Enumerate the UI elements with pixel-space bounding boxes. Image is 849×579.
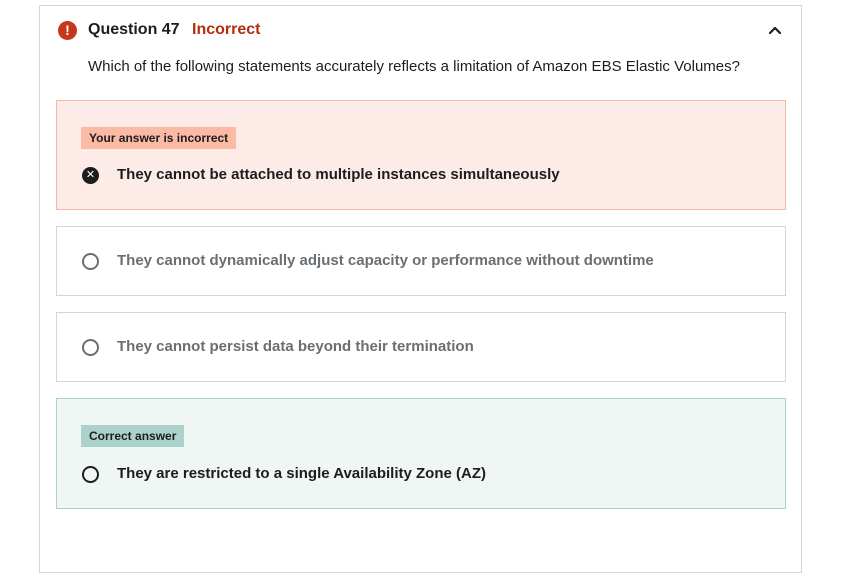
radio-icon	[82, 339, 99, 356]
answer-option-label: They are restricted to a single Availabi…	[117, 465, 486, 482]
answer-option-label: They cannot dynamically adjust capacity …	[117, 252, 654, 269]
chevron-up-icon[interactable]	[765, 20, 785, 40]
answer-option-incorrect[interactable]: Your answer is incorrect ✕ They cannot b…	[56, 100, 786, 210]
answer-option[interactable]: They cannot dynamically adjust capacity …	[56, 226, 786, 296]
question-header[interactable]: ! Question 47 Incorrect	[40, 6, 801, 56]
radio-icon	[82, 466, 99, 483]
x-circle-icon: ✕	[82, 167, 99, 184]
question-status: Incorrect	[192, 21, 261, 38]
question-number: Question 47	[88, 21, 180, 38]
answer-option-correct[interactable]: Correct answer They are restricted to a …	[56, 398, 786, 509]
answer-option-label: They cannot be attached to multiple inst…	[117, 166, 560, 183]
radio-icon	[82, 253, 99, 270]
your-answer-incorrect-badge: Your answer is incorrect	[81, 127, 237, 149]
answer-option[interactable]: They cannot persist data beyond their te…	[56, 312, 786, 382]
correct-answer-badge: Correct answer	[81, 425, 185, 447]
answer-option-label: They cannot persist data beyond their te…	[117, 338, 474, 355]
exclamation-icon: !	[58, 21, 77, 40]
question-prompt: Which of the following statements accura…	[88, 58, 740, 75]
question-card: ! Question 47 Incorrect Which of the fol…	[39, 5, 802, 573]
